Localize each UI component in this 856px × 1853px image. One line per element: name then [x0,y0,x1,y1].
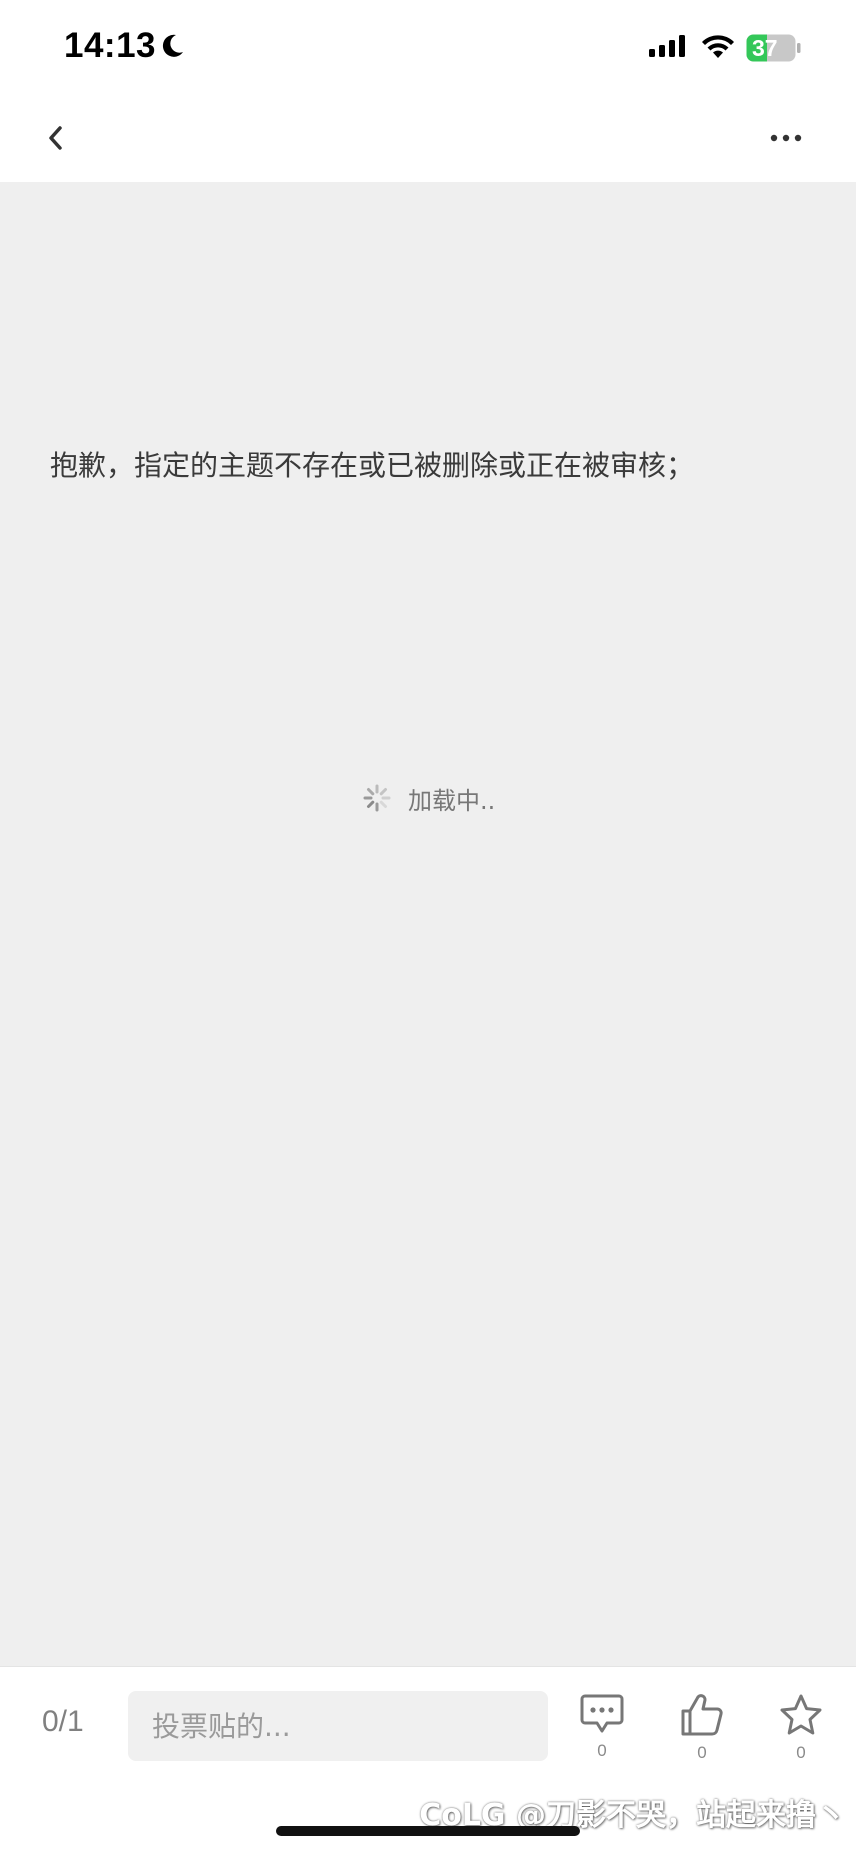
favorite-button[interactable]: 0 [771,1693,831,1783]
page-counter[interactable]: 0/1 [42,1705,84,1739]
wifi-icon [702,35,734,58]
cellular-signal-icon [649,35,685,57]
chevron-left-icon [49,126,62,150]
status-time: 14:13 [64,26,157,65]
battery-level: 37 [752,35,778,61]
like-button[interactable]: 0 [672,1693,732,1783]
status-bar: 14:13 37 [0,0,856,96]
more-options-button[interactable] [766,118,806,158]
loading-indicator: 加载中.. [362,780,495,816]
error-message: 抱歉，指定的主题不存在或已被删除或正在被审核； [50,449,695,482]
favorites-count: 0 [796,1743,806,1762]
main-content: 抱歉，指定的主题不存在或已被删除或正在被审核； 加载中.. [0,182,856,1666]
ellipsis-horizontal-icon [770,134,802,142]
nav-bar [0,96,856,182]
thumbs-up-icon [681,1694,723,1736]
star-icon [780,1694,822,1735]
comment-button[interactable]: 0 [572,1693,632,1783]
comments-count: 0 [597,1741,607,1760]
back-button[interactable] [36,118,76,158]
loading-text: 加载中.. [408,786,496,815]
comment-icon [580,1694,624,1733]
spinner-icon [363,784,391,812]
moon-icon [162,34,183,57]
reply-input[interactable] [128,1691,548,1761]
likes-count: 0 [697,1743,707,1762]
home-indicator [276,1826,580,1836]
